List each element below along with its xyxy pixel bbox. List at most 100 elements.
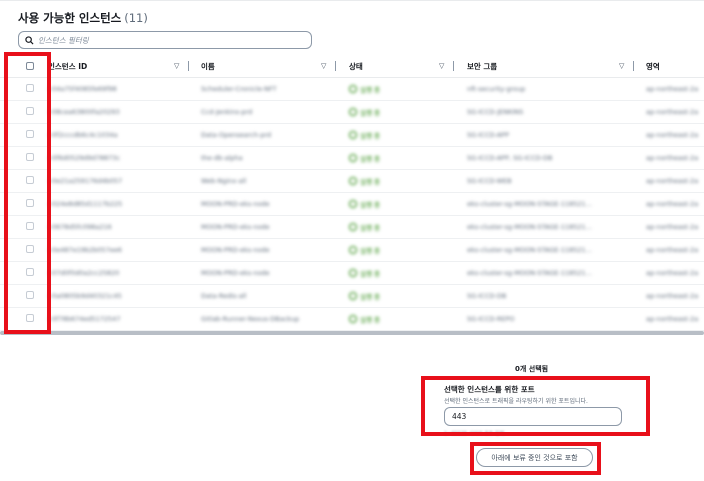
cell-security-group: SG-ICCD-DB xyxy=(467,291,507,300)
status-running-icon xyxy=(349,199,357,208)
column-label-security-group: 보안 그룹 xyxy=(467,61,498,71)
selected-count: 0개 선택됨 xyxy=(515,365,549,373)
column-header-name[interactable]: 이름 ▽ xyxy=(201,55,337,77)
status-running-icon xyxy=(349,84,357,93)
cell-security-group: SG-ICCD-REPO xyxy=(467,314,515,323)
status-running-icon xyxy=(349,291,357,300)
cell-name: Web-Nginx-all xyxy=(201,176,247,185)
cell-zone: ap-northeast-2a xyxy=(646,268,699,277)
column-header-security-group[interactable]: 보안 그룹 ▽ xyxy=(467,55,635,77)
cell-security-group: SG-ICCD-WEB xyxy=(467,176,512,185)
cell-name: MOON-PRD-eks-node xyxy=(201,268,270,277)
column-divider[interactable] xyxy=(453,61,454,71)
sort-caret-icon[interactable]: ▽ xyxy=(321,62,326,70)
table-row[interactable]: i-0678d5fc098a216 MOON-PRD-eks-node 실행 중 ek… xyxy=(0,215,704,239)
sort-caret-icon[interactable]: ▽ xyxy=(439,62,444,70)
table-row[interactable]: i-04a75f4085fe69f98 Scheduler-Cronicle-NF… xyxy=(0,77,704,101)
status-running-icon xyxy=(349,245,357,254)
cell-instance-id: i-0f78b674ed5172547 xyxy=(48,314,121,323)
column-divider[interactable] xyxy=(633,61,634,71)
cell-zone: ap-northeast-2a xyxy=(646,291,699,300)
cell-status: 실행 중 xyxy=(349,261,455,284)
cell-instance-id: i-0f6d0529d9d78873c xyxy=(48,153,121,162)
cell-status: 실행 중 xyxy=(349,146,455,169)
cell-zone: ap-northeast-2a xyxy=(646,314,699,323)
table-row[interactable]: i-07d0f0d0a2cc25820 MOON-PRD-eks-node 실행 중… xyxy=(0,261,704,285)
cell-security-group: SG-ICCD-APP xyxy=(467,130,509,139)
status-text: 실행 중 xyxy=(360,200,381,209)
instance-count: (11) xyxy=(124,11,148,25)
status-text: 실행 중 xyxy=(360,246,381,255)
status-text: 실행 중 xyxy=(360,223,381,232)
table-row[interactable]: i-0a0805b9d40321c45 Data-Redis-all 실행 중 SG-… xyxy=(0,284,704,308)
cell-instance-id: i-07d0f0d0a2cc25820 xyxy=(48,268,120,277)
cell-status: 실행 중 xyxy=(349,284,455,307)
column-label-name: 이름 xyxy=(201,61,215,71)
cell-status: 실행 중 xyxy=(349,100,455,123)
column-header-zone[interactable]: 영역 xyxy=(646,55,702,77)
cell-instance-id: i-0f2cccdb6c4c1034a xyxy=(48,130,118,139)
table-row[interactable]: i-024e8d85d1117b225 MOON-PRD-eks-node 실행 중… xyxy=(0,192,704,216)
table-row[interactable]: i-08cea63800fa20293 Ccd-Jenkins-prd 실행 중 SG… xyxy=(0,100,704,124)
cell-name: Gitlab-Runner-Nexus-DBackup xyxy=(201,314,300,323)
column-header-instance-id[interactable]: 인스턴스 ID ▽ xyxy=(48,55,189,77)
table-row[interactable]: i-0f6d0529d9d78873c the-db-alpha 실행 중 SG-IC… xyxy=(0,146,704,170)
search-box[interactable] xyxy=(18,31,312,49)
status-text: 실행 중 xyxy=(360,131,381,140)
top-divider xyxy=(0,0,704,1)
cell-instance-id: i-08cea63800fa20293 xyxy=(48,107,120,116)
cell-name: Data-Redis-all xyxy=(201,291,247,300)
cell-name: the-db-alpha xyxy=(201,153,243,162)
status-running-icon xyxy=(349,176,357,185)
cell-instance-id: i-0678d5fc098a216 xyxy=(48,222,112,231)
cell-name: Scheduler-Cronicle-NFT xyxy=(201,84,277,93)
table-row[interactable]: i-0f78b674ed5172547 Gitlab-Runner-Nexus-D… xyxy=(0,307,704,331)
cell-instance-id: i-0a0805b9d40321c45 xyxy=(48,291,122,300)
cell-security-group: eks-cluster-sg-MOON-STAGE-118521... xyxy=(467,199,592,208)
status-text: 실행 중 xyxy=(360,154,381,163)
status-text: 실행 중 xyxy=(360,108,381,117)
cell-security-group: SG-ICCD-JENKINS xyxy=(467,107,524,116)
cell-instance-id: i-04a75f4085fe69f98 xyxy=(48,84,117,93)
cell-instance-id: i-0e487e19b2b057ee6 xyxy=(48,245,122,254)
status-text: 실행 중 xyxy=(360,85,381,94)
sort-caret-icon[interactable]: ▽ xyxy=(174,62,179,70)
horizontal-scrollbar[interactable] xyxy=(0,331,704,335)
status-running-icon xyxy=(349,107,357,116)
include-button-highlight xyxy=(470,442,601,475)
table-row[interactable]: i-0f2cccdb6c4c1034a Data-Opensearch-prd 실행… xyxy=(0,123,704,147)
status-running-icon xyxy=(349,130,357,139)
cell-zone: ap-northeast-2a xyxy=(646,245,699,254)
search-input[interactable] xyxy=(38,35,288,45)
column-header-status[interactable]: 상태 ▽ xyxy=(349,55,455,77)
cell-status: 실행 중 xyxy=(349,192,455,215)
search-icon xyxy=(25,35,34,45)
cell-status: 실행 중 xyxy=(349,169,455,192)
table-header: 인스턴스 ID ▽ 이름 ▽ 상태 ▽ 보안 그룹 ▽ 영역 xyxy=(0,55,704,78)
cell-name: Ccd-Jenkins-prd xyxy=(201,107,253,116)
table-row[interactable]: i-0e21a259176d4b057 Web-Nginx-all 실행 중 SG-I… xyxy=(0,169,704,193)
status-running-icon xyxy=(349,314,357,323)
cell-security-group: eks-cluster-sg-MOON-STAGE-118521... xyxy=(467,245,592,254)
status-text: 실행 중 xyxy=(360,292,381,301)
status-running-icon xyxy=(349,268,357,277)
cell-status: 실행 중 xyxy=(349,215,455,238)
cell-instance-id: i-0e21a259176d4b057 xyxy=(48,176,123,185)
cell-name: MOON-PRD-eks-node xyxy=(201,199,270,208)
table-row[interactable]: i-0e487e19b2b057ee6 MOON-PRD-eks-node 실행 중… xyxy=(0,238,704,262)
cell-status: 실행 중 xyxy=(349,123,455,146)
status-running-icon xyxy=(349,153,357,162)
status-running-icon xyxy=(349,222,357,231)
cell-security-group: eks-cluster-sg-MOON-STAGE-118521... xyxy=(467,268,592,277)
cell-zone: ap-northeast-2a xyxy=(646,153,699,162)
cell-instance-id: i-024e8d85d1117b225 xyxy=(48,199,123,208)
column-divider[interactable] xyxy=(335,61,336,71)
cell-security-group: nft-security-group xyxy=(467,84,526,93)
cell-zone: ap-northeast-2a xyxy=(646,84,699,93)
status-text: 실행 중 xyxy=(360,177,381,186)
column-divider[interactable] xyxy=(188,61,189,71)
sort-caret-icon[interactable]: ▽ xyxy=(619,62,624,70)
cell-status: 실행 중 xyxy=(349,238,455,261)
cell-security-group: SG-ICCD-APP, SG-ICCD-DB xyxy=(467,153,553,162)
cell-status: 실행 중 xyxy=(349,77,455,100)
